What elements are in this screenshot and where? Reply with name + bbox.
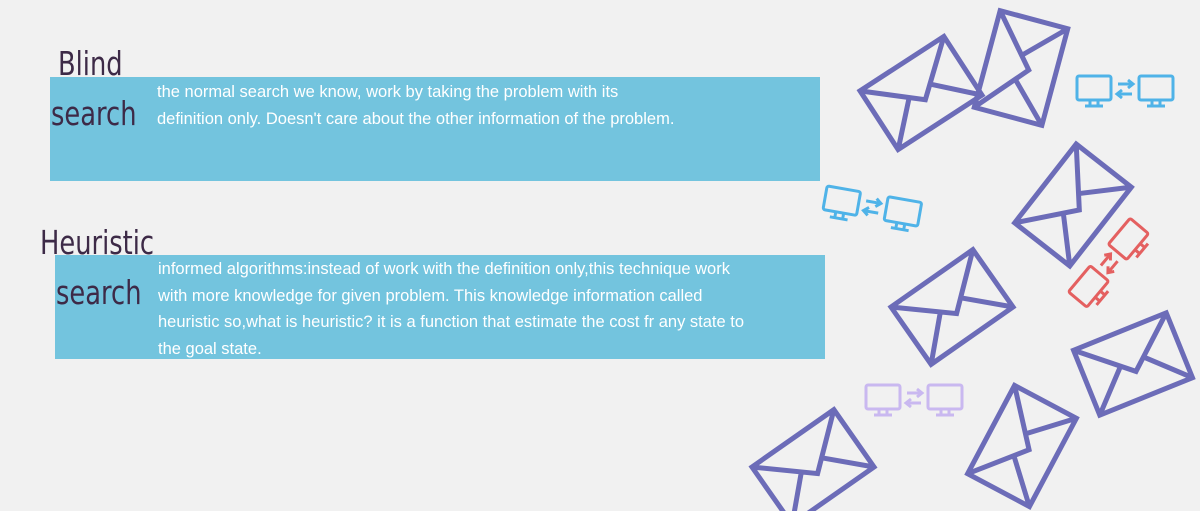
- envelope-icon: [968, 385, 1077, 506]
- envelope-icon: [1074, 313, 1193, 415]
- envelope-icon: [974, 11, 1067, 126]
- envelope-icon: [891, 250, 1013, 365]
- decoration-layer: [0, 0, 1200, 511]
- computer-pair-icon: [822, 186, 922, 232]
- computer-pair-icon: [1077, 76, 1173, 106]
- computer-pair-icon: [1068, 218, 1153, 311]
- envelope-icon: [752, 410, 874, 511]
- computer-pair-icon: [866, 385, 962, 415]
- envelope-icon: [860, 36, 982, 149]
